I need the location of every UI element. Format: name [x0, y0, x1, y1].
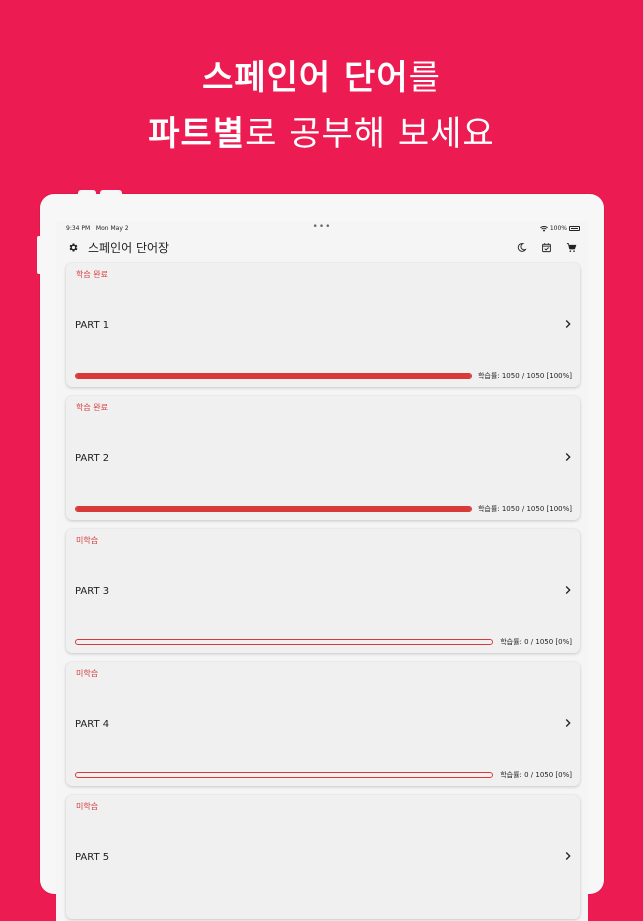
cart-button[interactable] [564, 240, 578, 254]
part-title: PART 3 [75, 586, 110, 597]
chevron-right-icon [565, 320, 571, 328]
headline-line-2-light: 로 공부해 보세요 [245, 114, 495, 154]
headline-line-1-bold: 스페인어 단어 [202, 58, 409, 98]
settings-button[interactable] [66, 240, 80, 254]
battery-icon [569, 226, 580, 231]
chevron-right-icon [565, 719, 571, 727]
headline-line-2-bold: 파트별 [148, 114, 246, 154]
part-card-1[interactable]: 학습 완료 PART 1 학습률: 1050 / 1050 [100%] [66, 263, 580, 387]
multitask-dots[interactable]: ••• [56, 222, 588, 232]
progress-rate: 학습률: 0 / 1050 [0%] [500, 638, 572, 646]
wifi-icon [539, 225, 548, 232]
calendar-button[interactable] [539, 240, 553, 254]
device-button [78, 190, 96, 196]
app-bar-actions [514, 240, 578, 254]
theme-toggle-button[interactable] [514, 240, 528, 254]
part-card-4[interactable]: 미학습 PART 4 학습률: 0 / 1050 [0%] [66, 662, 580, 786]
part-title: PART 4 [75, 719, 110, 730]
battery-percent: 100% [549, 225, 567, 232]
part-card-5[interactable]: 미학습 PART 5 [66, 795, 580, 919]
progress-bar [75, 639, 493, 645]
gear-icon [69, 242, 77, 252]
chevron-right-icon [565, 852, 571, 860]
device-button [100, 190, 122, 196]
calendar-check-icon [541, 242, 551, 252]
app-bar: 스페인어 단어장 [56, 235, 588, 259]
progress-fill [76, 374, 471, 378]
part-status: 미학습 [76, 669, 99, 678]
cart-icon [566, 242, 576, 252]
tablet-frame: 9:34 PM Mon May 2 ••• 100% 스페인어 단어장 학습 완… [37, 190, 604, 921]
status-bar: 9:34 PM Mon May 2 ••• 100% [56, 221, 588, 235]
progress-rate: 학습률: 1050 / 1050 [100%] [477, 372, 572, 380]
progress-bar [75, 506, 472, 512]
progress-bar [75, 373, 472, 379]
part-status: 학습 완료 [76, 403, 108, 412]
device-side-button [37, 236, 41, 274]
progress-bar [75, 772, 493, 778]
headline-line-1-light: 를 [408, 58, 441, 98]
status-right: 100% [539, 225, 580, 232]
app-screen: 9:34 PM Mon May 2 ••• 100% 스페인어 단어장 학습 완… [56, 221, 588, 921]
promo-headline: 스페인어 단어를 파트별로 공부해 보세요 [0, 50, 643, 162]
progress-rate: 학습률: 0 / 1050 [0%] [500, 771, 572, 779]
chevron-right-icon [565, 453, 571, 461]
part-card-2[interactable]: 학습 완료 PART 2 학습률: 1050 / 1050 [100%] [66, 396, 580, 520]
part-title: PART 2 [75, 453, 110, 464]
app-title: 스페인어 단어장 [88, 240, 170, 255]
part-title: PART 1 [75, 320, 110, 331]
progress-fill [76, 507, 471, 511]
headline-line-2: 파트별로 공부해 보세요 [0, 106, 643, 162]
part-status: 미학습 [76, 536, 99, 545]
moon-icon [517, 242, 527, 252]
part-list: 학습 완료 PART 1 학습률: 1050 / 1050 [100%] 학습 … [56, 259, 588, 919]
part-status: 학습 완료 [76, 270, 108, 279]
part-status: 미학습 [76, 802, 99, 811]
headline-line-1: 스페인어 단어를 [0, 50, 643, 106]
chevron-right-icon [565, 586, 571, 594]
progress-rate: 학습률: 1050 / 1050 [100%] [477, 505, 572, 513]
part-card-3[interactable]: 미학습 PART 3 학습률: 0 / 1050 [0%] [66, 529, 580, 653]
